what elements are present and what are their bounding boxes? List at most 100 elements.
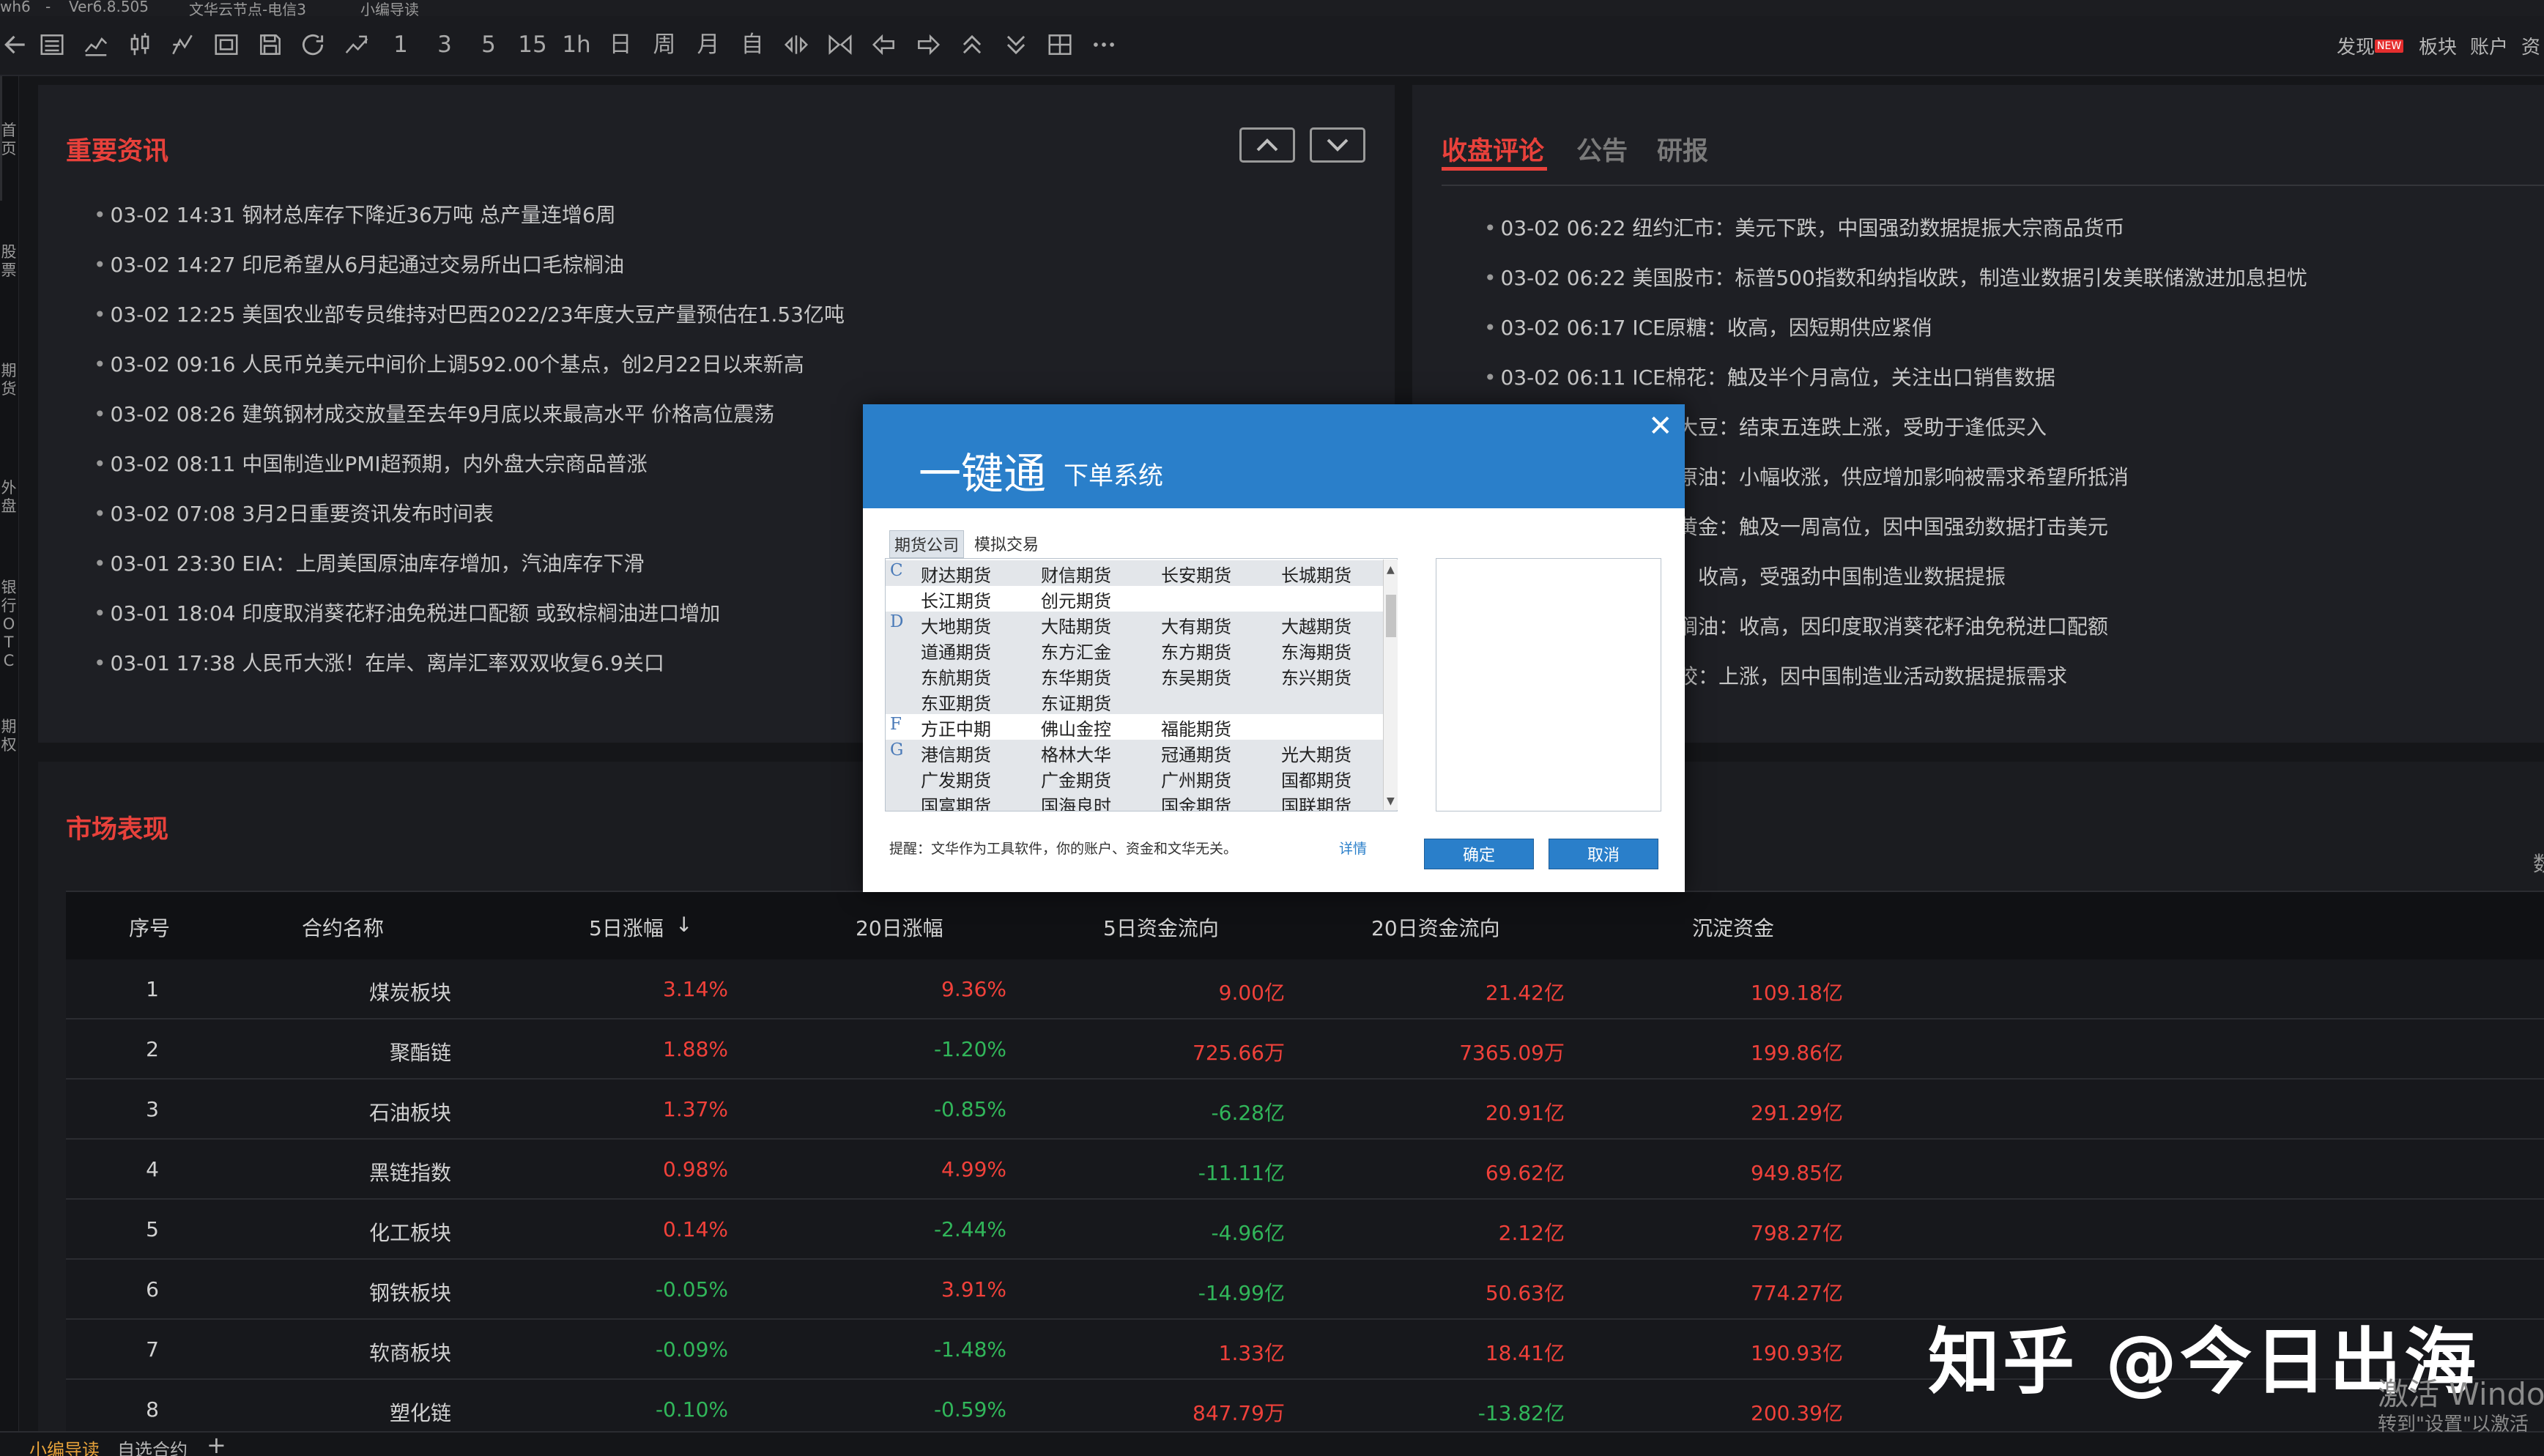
comment-item[interactable]: • 03-02 06:17 ICE原糖：收高，因短期供应紧俏 xyxy=(1484,312,1932,341)
layout-grid-icon[interactable] xyxy=(1040,26,1080,63)
company-option[interactable]: 东方期货 xyxy=(1161,638,1231,664)
draw-tools-icon[interactable] xyxy=(337,26,377,63)
arrow-right-icon[interactable] xyxy=(908,26,948,63)
scroll-up-icon[interactable]: ▲ xyxy=(1387,564,1395,576)
more-icon[interactable] xyxy=(1084,26,1124,63)
bottom-tab-watchlist[interactable]: 自选合约 xyxy=(117,1435,188,1456)
news-item[interactable]: • 03-02 14:27 印尼希望从6月起通过交易所出口毛棕榈油 xyxy=(94,249,1368,278)
double-up-icon[interactable] xyxy=(952,26,992,63)
info-link[interactable]: 资 xyxy=(2521,32,2540,59)
comment-item[interactable]: 榈油：收高，因印度取消葵花籽油免税进口配额 xyxy=(1677,611,2108,640)
arrow-left-icon[interactable] xyxy=(864,26,904,63)
comment-item[interactable]: • 03-02 06:11 ICE棉花：触及半个月高位，关注出口销售数据 xyxy=(1484,362,2055,391)
company-option[interactable]: 道通期货 xyxy=(921,638,991,664)
company-option[interactable]: 广金期货 xyxy=(1041,766,1111,792)
company-option[interactable]: 方正中期 xyxy=(921,715,991,740)
left-nav-foreign[interactable]: 外盘 xyxy=(1,479,17,516)
analysis-icon[interactable] xyxy=(163,26,202,63)
refresh-icon[interactable] xyxy=(293,26,333,63)
expand-horizontal-icon[interactable] xyxy=(776,26,816,63)
news-scroll-up-button[interactable] xyxy=(1239,127,1295,163)
period-5min[interactable]: 5 xyxy=(469,26,508,63)
bottom-tab-guide[interactable]: 小编导读 xyxy=(29,1435,100,1456)
col-capital[interactable]: 沉淀资金 xyxy=(1692,913,1774,942)
news-item[interactable]: • 03-02 09:16 人民币兑美元中间价上调592.00个基点，创2月22日… xyxy=(94,349,1368,378)
col-contract[interactable]: 合约名称 xyxy=(302,913,384,942)
news-item[interactable]: • 03-02 12:25 美国农业部专员维持对巴西2022/23年度大豆产量预估… xyxy=(94,299,1368,328)
left-nav-futures[interactable]: 期货 xyxy=(1,362,17,398)
period-3min[interactable]: 3 xyxy=(425,26,464,63)
company-option[interactable]: 大陆期货 xyxy=(1041,612,1111,638)
market-row[interactable]: 3 石油板块 1.37% -0.85% -6.28亿 20.91亿 291.29亿 xyxy=(66,1080,2544,1140)
company-option[interactable]: 光大期货 xyxy=(1281,740,1351,766)
company-option[interactable]: 国联期货 xyxy=(1281,792,1351,811)
period-month[interactable]: 月 xyxy=(689,26,728,63)
compress-horizontal-icon[interactable] xyxy=(820,26,860,63)
company-option[interactable]: 港信期货 xyxy=(921,740,991,766)
list-icon[interactable] xyxy=(32,26,72,63)
period-week[interactable]: 周 xyxy=(645,26,684,63)
details-link[interactable]: 详情 xyxy=(1339,838,1367,858)
col-no[interactable]: 序号 xyxy=(129,913,170,942)
scroll-thumb[interactable] xyxy=(1386,595,1396,637)
comment-item[interactable]: 大豆：结束五连跌上涨，受助于逢低买入 xyxy=(1677,412,2047,441)
company-option[interactable]: 东航期货 xyxy=(921,664,991,689)
company-list[interactable]: C 财达期货 财信期货 长安期货 长城期货 长江期货 创元期货 D 大地期货 大陆期货 大有期货 大越… xyxy=(885,558,1398,811)
col-5d-flow[interactable]: 5日资金流向 xyxy=(1103,913,1219,942)
tab-futures-company[interactable]: 期货公司 xyxy=(889,530,965,558)
tab-simulated-trading[interactable]: 模拟交易 xyxy=(970,530,1043,557)
company-option[interactable]: 广发期货 xyxy=(921,766,991,792)
col-20d-change[interactable]: 20日涨幅 xyxy=(856,913,943,942)
company-option[interactable]: 大越期货 xyxy=(1281,612,1351,638)
market-row[interactable]: 2 聚酯链 1.88% -1.20% 725.66万 7365.09万 199.86亿 xyxy=(66,1019,2544,1080)
tab-research[interactable]: 研报 xyxy=(1657,130,1708,168)
company-list-scrollbar[interactable]: ▲ ▼ xyxy=(1383,560,1398,810)
company-option[interactable]: 东华期货 xyxy=(1041,664,1111,689)
news-item[interactable]: • 03-02 14:31 钢材总库存下降近36万吨 总产量连增6周 xyxy=(94,199,1368,229)
company-option[interactable]: 广州期货 xyxy=(1161,766,1231,792)
left-nav-options[interactable]: 期权 xyxy=(1,718,17,754)
comment-item[interactable]: • 03-02 06:22 纽约汇市：美元下跌，中国强劲数据提振大宗商品货币 xyxy=(1484,212,2124,242)
company-option[interactable]: 国富期货 xyxy=(921,792,991,811)
ok-button[interactable]: 确定 xyxy=(1424,839,1534,869)
account-link[interactable]: 账户 xyxy=(2470,32,2508,59)
company-option[interactable]: 东亚期货 xyxy=(921,689,991,715)
company-option[interactable]: 大地期货 xyxy=(921,612,991,638)
sector-link[interactable]: 板块 xyxy=(2419,32,2457,59)
market-row[interactable]: 1 煤炭板块 3.14% 9.36% 9.00亿 21.42亿 109.18亿 xyxy=(66,959,2544,1019)
multi-window-icon[interactable] xyxy=(207,26,246,63)
period-custom[interactable]: 自 xyxy=(733,26,772,63)
company-option[interactable]: 创元期货 xyxy=(1041,587,1111,612)
candlestick-icon[interactable] xyxy=(120,26,160,63)
company-option[interactable]: 格林大华 xyxy=(1041,740,1111,766)
left-nav-home[interactable]: 首页 xyxy=(1,122,17,158)
dialog-close-icon[interactable]: ✕ xyxy=(1648,412,1673,441)
company-option[interactable]: 长城期货 xyxy=(1281,561,1351,587)
company-option[interactable]: 东吴期货 xyxy=(1161,664,1231,689)
company-option[interactable]: 东海期货 xyxy=(1281,638,1351,664)
company-option[interactable]: 长安期货 xyxy=(1161,561,1231,587)
news-scroll-down-button[interactable] xyxy=(1310,127,1365,163)
back-icon[interactable] xyxy=(0,26,35,63)
company-option[interactable]: 长江期货 xyxy=(921,587,991,612)
comment-item[interactable]: • 03-02 06:22 美国股市：标普500指数和纳指收跌，制造业数据引发美联… xyxy=(1484,262,2307,291)
comment-item[interactable]: 黄金：触及一周高位，因中国强劲数据打击美元 xyxy=(1677,511,2108,541)
tab-closing-comments[interactable]: 收盘评论 xyxy=(1442,130,1544,168)
market-row[interactable]: 4 黑链指数 0.98% 4.99% -11.11亿 69.62亿 949.85亿 xyxy=(66,1140,2544,1200)
cancel-button[interactable]: 取消 xyxy=(1549,839,1658,869)
period-1h[interactable]: 1h xyxy=(557,26,596,63)
left-nav-stocks[interactable]: 股票 xyxy=(1,243,17,280)
discover-link[interactable]: 发现 xyxy=(2337,32,2375,59)
company-option[interactable]: 冠通期货 xyxy=(1161,740,1231,766)
company-option[interactable]: 东方汇金 xyxy=(1041,638,1111,664)
period-1min[interactable]: 1 xyxy=(381,26,420,63)
period-day[interactable]: 日 xyxy=(601,26,640,63)
line-chart-icon[interactable] xyxy=(76,26,116,63)
company-option[interactable]: 国都期货 xyxy=(1281,766,1351,792)
company-option[interactable]: 财达期货 xyxy=(921,561,991,587)
comment-item[interactable]: 胶：上涨，因中国制造业活动数据提振需求 xyxy=(1677,661,2067,690)
tab-announcements[interactable]: 公告 xyxy=(1576,130,1628,168)
company-option[interactable]: 佛山金控 xyxy=(1041,715,1111,740)
comment-item[interactable]: 收高，受强劲中国制造业数据提振 xyxy=(1698,561,2006,590)
col-20d-flow[interactable]: 20日资金流向 xyxy=(1371,913,1500,942)
